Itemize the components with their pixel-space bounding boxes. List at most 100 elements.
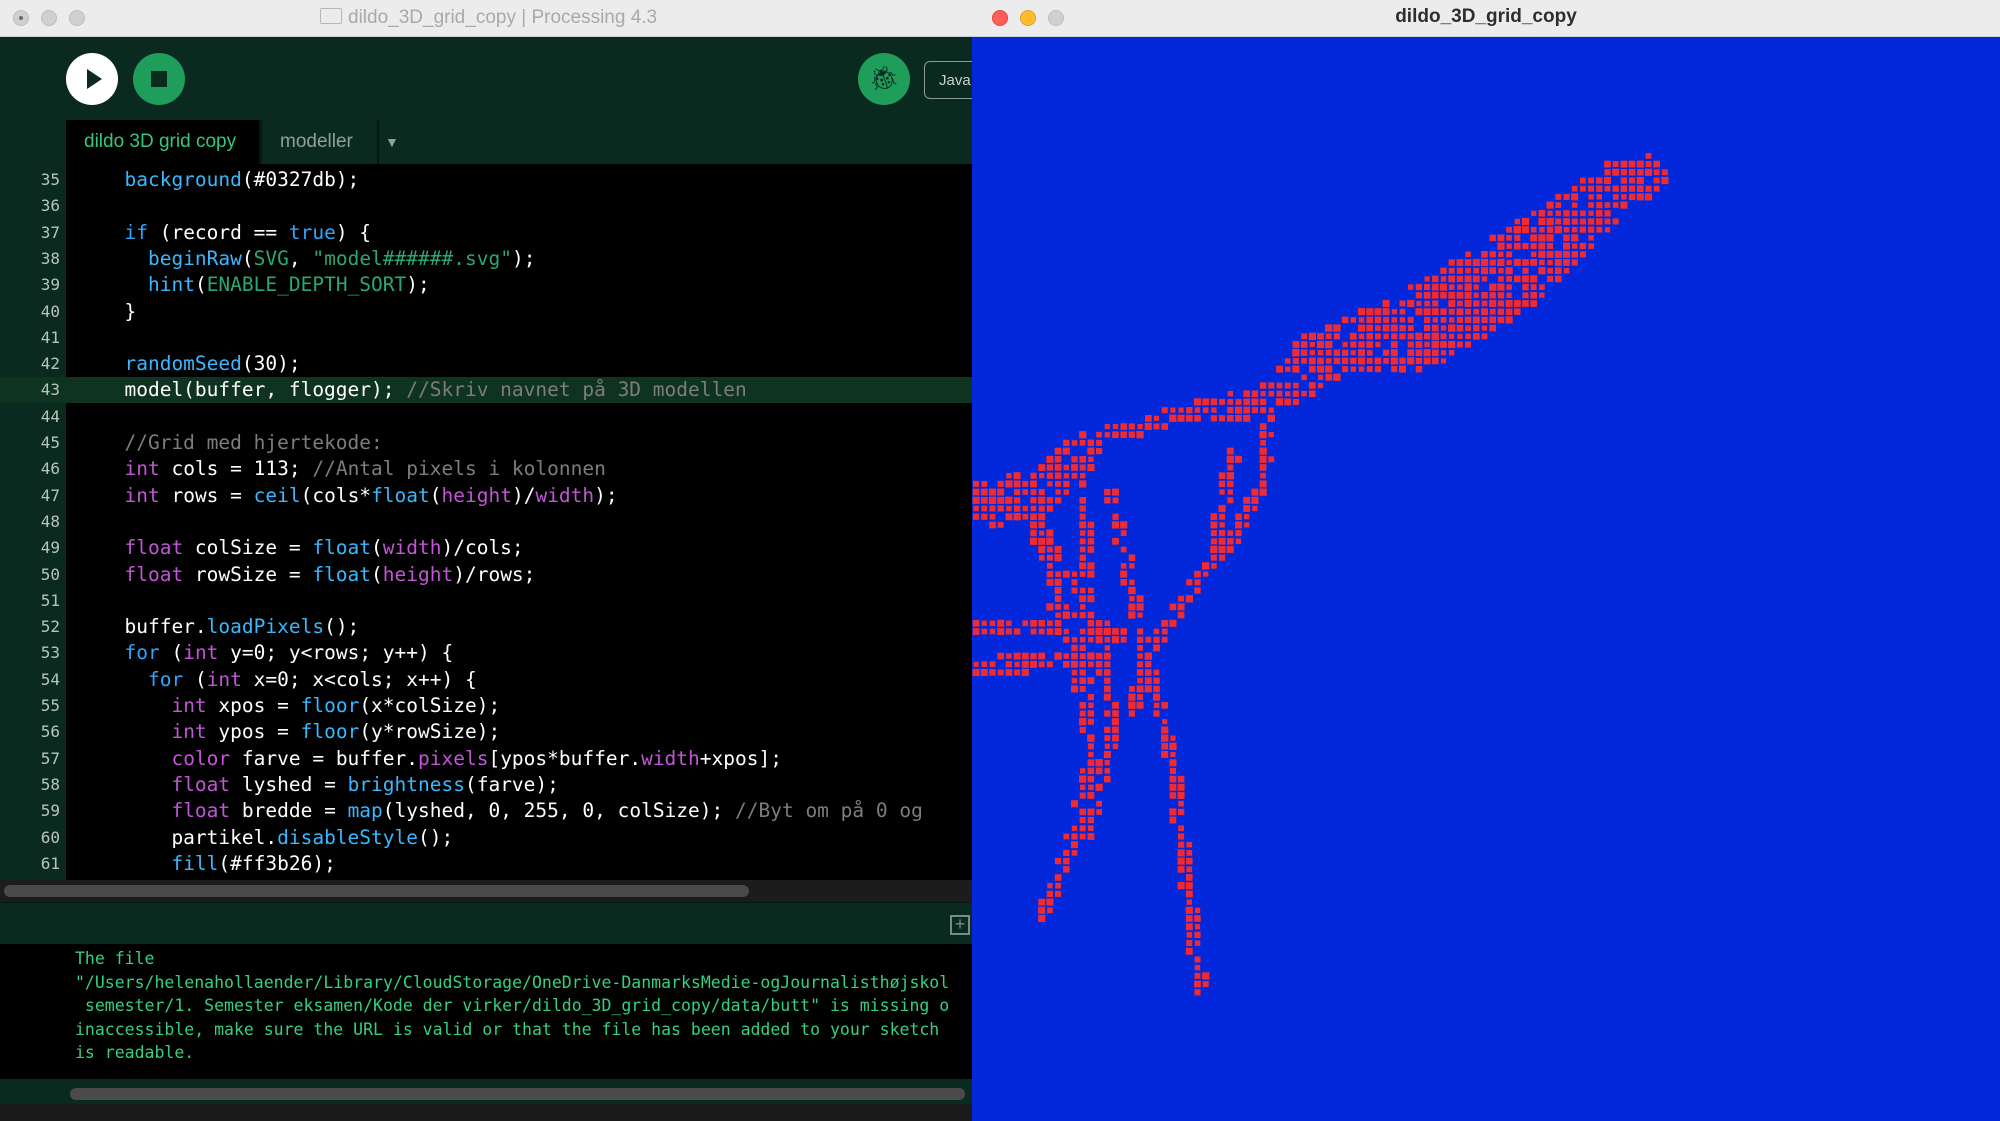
particle — [1079, 653, 1086, 660]
tab-modeller[interactable]: modeller — [259, 120, 377, 164]
particle — [1055, 489, 1061, 495]
code-editor[interactable]: 35 background(#0327db); 36 37 if (record =… — [0, 164, 972, 880]
particle — [1038, 554, 1045, 561]
particle — [1399, 365, 1406, 373]
particle — [1063, 833, 1070, 840]
particle — [1588, 202, 1594, 208]
particle — [1317, 349, 1324, 356]
line-number: 37 — [40, 222, 60, 242]
particle — [1251, 488, 1259, 496]
close-window-button[interactable] — [13, 10, 29, 26]
zoom-window-button[interactable] — [69, 10, 85, 26]
particle — [1014, 497, 1021, 504]
particle — [1259, 464, 1267, 471]
particle — [1506, 226, 1513, 233]
code-text: fill(#ff3b26); — [171, 851, 336, 875]
particle — [1095, 767, 1103, 775]
particle — [1079, 726, 1086, 734]
particle — [1071, 652, 1078, 660]
particle — [1161, 619, 1169, 627]
particle — [1095, 759, 1103, 767]
code-text: randomSeed(30); — [124, 352, 301, 376]
stop-button[interactable] — [133, 53, 185, 105]
particle — [1046, 628, 1054, 635]
particle — [1054, 857, 1062, 865]
particle — [1169, 619, 1177, 627]
console-horizontal-scrollbar[interactable] — [70, 1088, 965, 1100]
particle — [1440, 341, 1447, 348]
particle — [1276, 390, 1283, 397]
minimize-window-button[interactable] — [41, 10, 57, 26]
particle — [1325, 340, 1333, 349]
code-line: 49 float colSize = float(width)/cols; — [0, 535, 972, 561]
particle — [981, 661, 988, 668]
particle — [1431, 357, 1439, 365]
copy-console-icon[interactable]: + — [950, 915, 970, 935]
particle — [1087, 562, 1095, 570]
particle — [1087, 710, 1095, 717]
particle — [1046, 497, 1054, 504]
particle — [1046, 472, 1053, 479]
particle — [1350, 341, 1357, 348]
particle — [1489, 267, 1496, 274]
particle — [1087, 439, 1095, 447]
particle — [1120, 431, 1127, 438]
particle — [972, 496, 980, 504]
particle — [1079, 792, 1086, 799]
particle — [1342, 366, 1349, 373]
particle — [1301, 374, 1307, 381]
run-button[interactable] — [66, 53, 118, 105]
particle — [1481, 308, 1488, 316]
particle — [1563, 242, 1570, 250]
particle — [1161, 636, 1168, 643]
particle — [1596, 218, 1603, 225]
particle — [1275, 398, 1284, 406]
tab-menu-dropdown-icon[interactable]: ▼ — [377, 120, 403, 164]
particle — [997, 669, 1004, 676]
particle — [1366, 366, 1373, 373]
mode-selector[interactable]: Java — [924, 61, 972, 99]
particle — [1235, 521, 1242, 529]
particle — [1612, 218, 1619, 225]
particle — [1104, 645, 1110, 651]
ide-title-bar[interactable]: dildo_3D_grid_copy | Processing 4.3 — [0, 0, 972, 37]
particle — [1472, 316, 1480, 324]
particle — [997, 521, 1004, 528]
editor-horizontal-scrollbar[interactable] — [0, 880, 972, 902]
console-output: The file "/Users/helenahollaender/Librar… — [0, 944, 972, 1079]
editor-scrollbar-thumb[interactable] — [4, 885, 749, 897]
particle — [1210, 554, 1217, 561]
particle — [1038, 505, 1045, 512]
particle — [1481, 333, 1488, 340]
particle — [1431, 332, 1439, 340]
debug-button[interactable]: 🐞︎ — [858, 53, 910, 105]
particle — [1489, 308, 1496, 315]
particle — [1260, 391, 1266, 397]
line-number: 59 — [40, 801, 60, 821]
code-line: 36 — [0, 193, 972, 219]
particle — [1145, 415, 1152, 422]
particle — [1005, 513, 1013, 521]
line-number: 46 — [40, 459, 60, 479]
particle — [1046, 554, 1053, 561]
tab-dildo-3d-grid-copy[interactable]: dildo 3D grid copy — [66, 120, 259, 164]
sketch-title-bar[interactable]: dildo_3D_grid_copy — [972, 0, 2000, 37]
particle — [1440, 292, 1447, 299]
sketch-canvas[interactable] — [972, 37, 2000, 1121]
particle — [1620, 185, 1628, 192]
particle — [1095, 669, 1103, 676]
particle — [1456, 308, 1464, 316]
particle — [1218, 415, 1226, 422]
particle — [1219, 522, 1225, 528]
particle — [1038, 464, 1046, 471]
line-number: 45 — [40, 433, 60, 452]
particle — [997, 496, 1005, 504]
particle — [1194, 579, 1201, 586]
particle — [1079, 644, 1086, 651]
particle — [1457, 284, 1463, 290]
particle — [1423, 349, 1431, 357]
particle — [1464, 275, 1472, 283]
particle — [1177, 792, 1185, 799]
particle — [1636, 160, 1644, 168]
particle — [1513, 226, 1521, 234]
